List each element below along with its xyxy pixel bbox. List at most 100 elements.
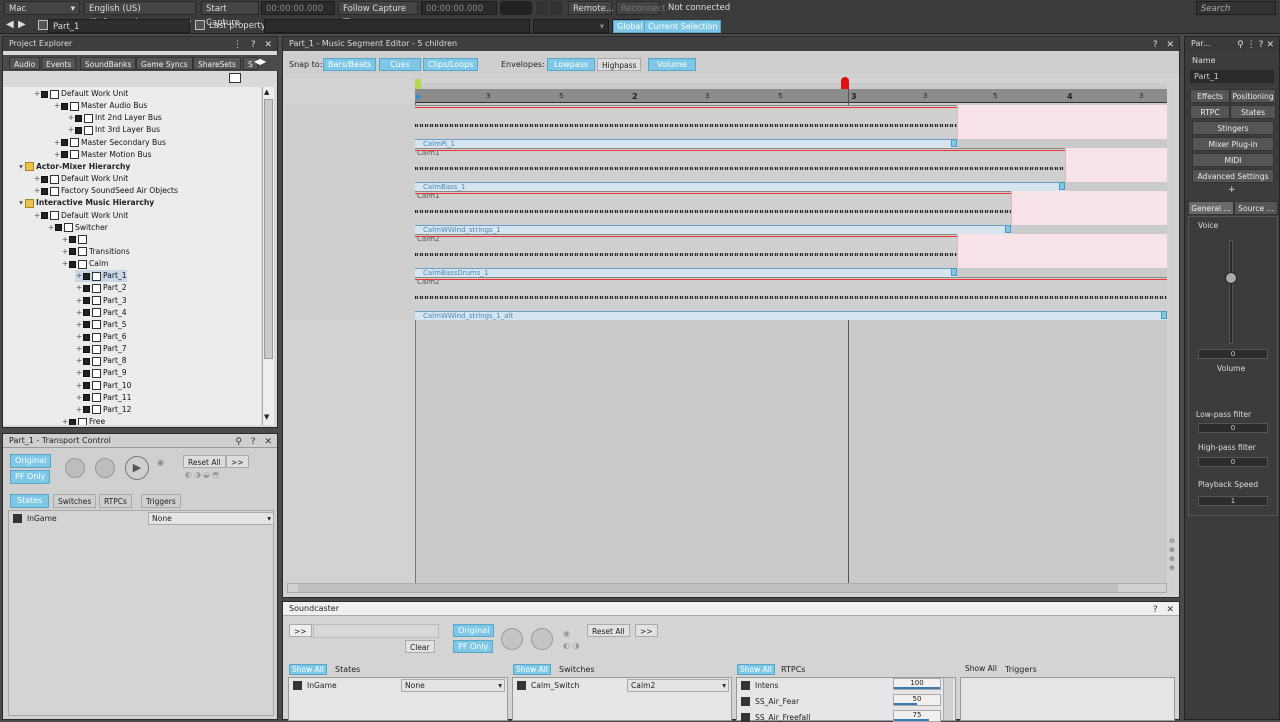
clip-end-handle[interactable] bbox=[951, 268, 957, 276]
stop-icon[interactable] bbox=[65, 458, 85, 478]
expand-icon[interactable]: + bbox=[61, 234, 69, 246]
checkbox-icon[interactable] bbox=[41, 212, 48, 219]
clip-label-lane[interactable]: CalmPi_1 bbox=[415, 139, 957, 148]
scroll-thumb[interactable] bbox=[264, 99, 273, 359]
scroll-up-icon[interactable]: ▲ bbox=[264, 88, 269, 96]
rtpc-slider[interactable]: 50 bbox=[893, 694, 941, 706]
tree-item[interactable]: + Part_9 bbox=[75, 367, 127, 379]
checkbox-icon[interactable] bbox=[69, 236, 76, 244]
expand-icon[interactable]: + bbox=[75, 380, 83, 392]
tree-item[interactable]: + Int 2nd Layer Bus bbox=[67, 112, 162, 124]
checkbox-icon[interactable] bbox=[55, 224, 62, 232]
snap-clips-loops[interactable]: Clips/Loops bbox=[423, 58, 479, 71]
checkbox-icon[interactable] bbox=[61, 151, 68, 159]
expand-icon[interactable]: + bbox=[47, 222, 55, 234]
state-value-dropdown[interactable]: None ▾ bbox=[148, 512, 274, 525]
checkbox-icon[interactable] bbox=[69, 248, 76, 256]
highpass-field[interactable]: 0 bbox=[1198, 457, 1268, 467]
tab-switches[interactable]: Switches bbox=[53, 494, 97, 508]
transport-original-button[interactable]: Original bbox=[10, 454, 52, 468]
tree-item[interactable]: + Part_8 bbox=[75, 355, 127, 367]
states-show-all[interactable]: Show All bbox=[289, 664, 327, 675]
tree-item[interactable]: + Int 3rd Layer Bus bbox=[67, 124, 160, 136]
soundcaster-small-icons[interactable]: ◉ ◐ ◑ bbox=[563, 628, 580, 652]
tab-soundbanks[interactable]: SoundBanks bbox=[80, 57, 137, 70]
envelope-lowpass[interactable]: Lowpass bbox=[547, 58, 596, 71]
tree-item[interactable]: + Master Secondary Bus bbox=[53, 137, 166, 149]
expand-icon[interactable]: + bbox=[61, 246, 69, 258]
capture-toggle[interactable] bbox=[500, 1, 532, 15]
tab-scroll-left-icon[interactable]: ◀▶ bbox=[254, 57, 266, 66]
transport-small-icons[interactable]: ◉ bbox=[157, 458, 164, 467]
tab-mixer-plugin[interactable]: Mixer Plug-in bbox=[1192, 137, 1274, 151]
checkbox-icon[interactable] bbox=[83, 297, 90, 305]
tree-item[interactable]: + Master Audio Bus bbox=[53, 100, 147, 112]
panel-controls-icon[interactable]: ? ✕ bbox=[1153, 38, 1177, 52]
checkbox-icon[interactable] bbox=[83, 369, 90, 377]
tree-item[interactable]: + Factory SoundSeed Air Objects bbox=[33, 185, 178, 197]
soundcaster-more-button[interactable]: >> bbox=[289, 624, 312, 637]
tab-effects[interactable]: Effects bbox=[1190, 89, 1230, 103]
checkbox-icon[interactable] bbox=[69, 418, 76, 425]
clip-label-lane[interactable]: CalmBassDrums_1 bbox=[415, 268, 957, 277]
expand-icon[interactable]: + bbox=[75, 343, 83, 355]
tree-item[interactable]: ▾ Interactive Music Hierarchy bbox=[17, 197, 154, 209]
clip-end-handle[interactable] bbox=[951, 139, 957, 147]
vertical-scrollbar[interactable] bbox=[1169, 81, 1177, 593]
playback-speed-field[interactable]: 1 bbox=[1198, 496, 1268, 506]
last-property-dropdown[interactable]: ▾ bbox=[533, 19, 609, 33]
checkbox-icon[interactable] bbox=[41, 175, 48, 183]
expand-icon[interactable]: + bbox=[75, 295, 83, 307]
follow-capture-button[interactable]: Follow Capture Time bbox=[338, 1, 418, 28]
tree-item[interactable]: + Default Work Unit bbox=[33, 210, 128, 222]
transport-reset-all-button[interactable]: Reset All bbox=[183, 455, 226, 468]
rtpc-slider[interactable]: 75 bbox=[893, 710, 941, 722]
back-icon[interactable]: ◀ bbox=[6, 19, 14, 30]
tab-states[interactable]: States bbox=[10, 494, 50, 508]
tab-positioning[interactable]: Positioning bbox=[1230, 89, 1276, 103]
expand-icon[interactable]: + bbox=[75, 270, 83, 282]
expand-icon[interactable]: + bbox=[33, 210, 41, 222]
name-field[interactable]: Part_1 bbox=[1190, 70, 1274, 83]
language-dropdown[interactable]: English (US) (Reference)▾ bbox=[84, 1, 196, 28]
tab-audio[interactable]: Audio bbox=[9, 57, 41, 70]
search-input[interactable]: Search bbox=[1196, 1, 1276, 15]
tab-rtpcs[interactable]: RTPCs bbox=[99, 494, 132, 508]
expand-icon[interactable]: + bbox=[61, 416, 69, 425]
current-selection-button[interactable]: Current Selection bbox=[644, 20, 722, 33]
tree-item[interactable]: + Part_2 bbox=[75, 282, 127, 294]
horizontal-scrollbar[interactable] bbox=[287, 583, 1167, 593]
expand-icon[interactable]: + bbox=[75, 404, 83, 416]
tab-general[interactable]: General ... bbox=[1188, 201, 1234, 215]
tree-item[interactable]: + Part_1 bbox=[75, 270, 127, 283]
tree-item[interactable]: + Free bbox=[61, 416, 105, 425]
pause-icon[interactable] bbox=[536, 1, 548, 15]
sc-switch-dropdown[interactable]: Calm2 ▾ bbox=[627, 679, 729, 692]
clip-label-lane[interactable]: CalmBass_1 bbox=[415, 182, 1065, 191]
expand-icon[interactable]: + bbox=[75, 307, 83, 319]
checkbox-icon[interactable] bbox=[83, 357, 90, 365]
panel-controls-icon[interactable]: ? ✕ bbox=[1153, 603, 1177, 617]
tree-item[interactable]: + Transitions bbox=[61, 246, 130, 258]
expand-icon[interactable]: + bbox=[33, 185, 41, 197]
expand-icon[interactable]: + bbox=[75, 367, 83, 379]
panel-controls-icon[interactable]: ⚲⋮?✕ bbox=[1237, 38, 1277, 52]
expand-icon[interactable]: + bbox=[53, 137, 61, 149]
clip-end-handle[interactable] bbox=[1059, 182, 1065, 190]
exit-cue-marker[interactable] bbox=[841, 77, 849, 89]
checkbox-icon[interactable] bbox=[83, 309, 90, 317]
soundcaster-reset-all-button[interactable]: Reset All bbox=[587, 624, 630, 637]
expand-icon[interactable]: + bbox=[75, 282, 83, 294]
transport-small-icons-row[interactable]: ◐◑◒◓ bbox=[185, 470, 221, 479]
expand-icon[interactable]: + bbox=[75, 331, 83, 343]
tree-item[interactable]: + Switcher bbox=[47, 222, 108, 234]
checkbox-icon[interactable] bbox=[61, 139, 68, 147]
envelope-highpass[interactable]: Highpass bbox=[597, 58, 642, 71]
h-scroll-thumb[interactable] bbox=[298, 584, 1118, 592]
tree-item[interactable]: + Part_5 bbox=[75, 319, 127, 331]
clip-label-lane[interactable]: CalmWWind_strings_1_alt bbox=[415, 311, 1167, 320]
tab-states[interactable]: States bbox=[1230, 105, 1276, 119]
checkbox-icon[interactable] bbox=[83, 382, 90, 390]
tree-item[interactable]: + Default Work Unit bbox=[33, 173, 128, 185]
checkbox-icon[interactable] bbox=[75, 126, 82, 134]
